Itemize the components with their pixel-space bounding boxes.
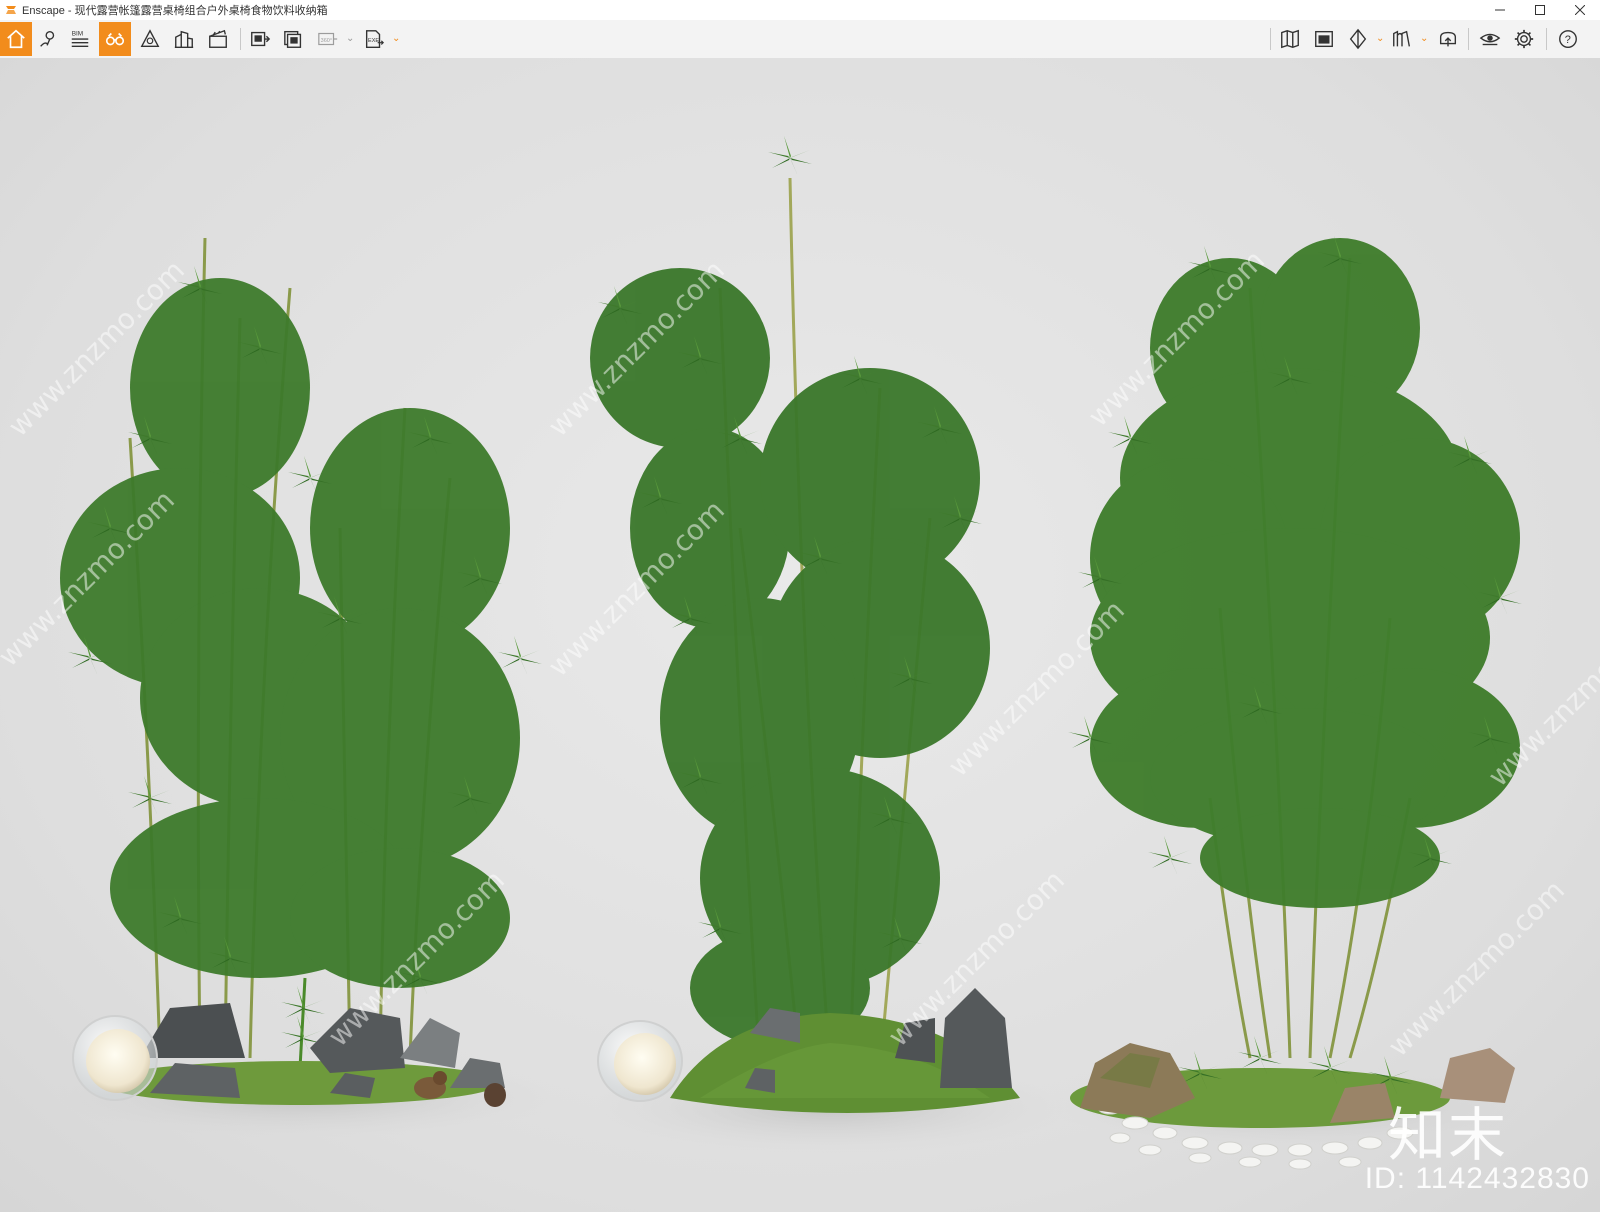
batch-export-icon (284, 30, 302, 48)
binoculars-button[interactable] (99, 22, 131, 56)
batch-export-button[interactable] (278, 22, 310, 56)
help-icon: ? (1559, 30, 1577, 48)
upload-icon (1439, 31, 1457, 47)
panorama-360-icon: 360° (318, 32, 338, 46)
panorama-dropdown-caret[interactable]: ⌄ (346, 32, 354, 46)
buildings-icon (174, 30, 194, 48)
bamboo-scene-render: www.znzmo.com www.znzmo.com www.znzmo.co… (0, 136, 1600, 1170)
toolbar-separator (1468, 28, 1469, 50)
svg-text:BIM: BIM (72, 30, 83, 37)
material-editor-button[interactable] (1308, 22, 1340, 56)
brand-watermark: 知末 (1387, 1101, 1508, 1169)
render-viewport[interactable]: www.znzmo.com www.znzmo.com www.znzmo.co… (0, 58, 1600, 1212)
binoculars-icon (105, 32, 125, 46)
svg-text:www.znzmo.com: www.znzmo.com (1482, 604, 1600, 793)
map-icon (1281, 29, 1299, 49)
settings-gear-icon (1514, 29, 1534, 49)
exe-dropdown-caret[interactable]: ⌄ (392, 32, 400, 46)
minimize-button[interactable] (1480, 0, 1520, 20)
screenshot-export-button[interactable] (244, 22, 276, 56)
panorama-button[interactable]: 360° (312, 22, 344, 56)
toolbar-separator (240, 28, 241, 50)
maximize-icon (1535, 5, 1545, 15)
upload-button[interactable] (1432, 22, 1464, 56)
exe-export-icon: EXE (365, 30, 385, 48)
buildings-button[interactable] (168, 22, 200, 56)
asset-library-button[interactable] (1386, 22, 1418, 56)
window-controls (1480, 0, 1600, 20)
video-editor-button[interactable] (202, 22, 234, 56)
svg-text:360°: 360° (321, 38, 332, 44)
title-bar: Enscape - 现代露营帐篷露营桌椅组合户外桌椅食物饮料收纳箱 (0, 0, 1600, 20)
svg-text:?: ? (1565, 34, 1571, 46)
home-button[interactable] (0, 22, 32, 56)
location-pin-button[interactable] (32, 22, 64, 56)
map-button[interactable] (1274, 22, 1306, 56)
warning-bell-icon (140, 29, 160, 48)
enscape-logo-icon (6, 6, 16, 14)
cube-view-icon (1349, 28, 1367, 50)
clapperboard-icon (209, 29, 227, 48)
cube-view-button[interactable] (1342, 22, 1374, 56)
main-toolbar: BIM 360° ⌄ EXE ⌄ ⌄ ⌄ ? (0, 20, 1600, 71)
visual-settings-button[interactable] (1474, 22, 1506, 56)
window-title: Enscape - 现代露营帐篷露营桌椅组合户外桌椅食物饮料收纳箱 (22, 5, 328, 17)
home-icon (7, 29, 25, 49)
exe-export-button[interactable]: EXE (358, 22, 390, 56)
location-pin-icon (40, 30, 55, 47)
screenshot-export-icon (251, 31, 271, 47)
cube-view-dropdown-caret[interactable]: ⌄ (1376, 32, 1384, 46)
left-bamboo-cluster (60, 237, 542, 1107)
material-editor-icon (1315, 30, 1333, 48)
id-watermark: ID: 1142432830 (1364, 1162, 1590, 1195)
toolbar-separator (1270, 28, 1271, 50)
minimize-icon (1495, 9, 1505, 11)
bim-icon: BIM (71, 30, 89, 48)
svg-text:www.znzmo.com: www.znzmo.com (1382, 874, 1571, 1063)
help-button[interactable]: ? (1552, 22, 1584, 56)
asset-library-dropdown-caret[interactable]: ⌄ (1420, 32, 1428, 46)
close-icon (1575, 5, 1585, 15)
asset-library-icon (1393, 30, 1411, 47)
warning-button[interactable] (134, 22, 166, 56)
maximize-button[interactable] (1520, 0, 1560, 20)
toolbar-separator (1546, 28, 1547, 50)
bim-button[interactable]: BIM (64, 22, 96, 56)
close-button[interactable] (1560, 0, 1600, 20)
settings-button[interactable] (1508, 22, 1540, 56)
visual-settings-icon (1479, 33, 1501, 46)
